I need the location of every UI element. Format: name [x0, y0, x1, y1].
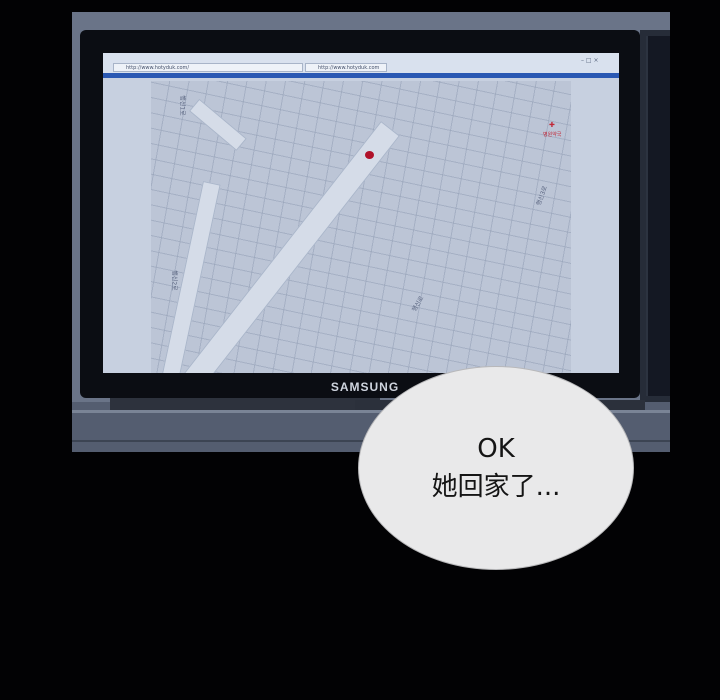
browser-tab[interactable]: http://www.hotyduk.com: [305, 63, 387, 72]
browser-titlebar: http://www.hotyduk.com/ http://www.hotyd…: [103, 53, 619, 73]
monitor-stand: [110, 398, 380, 410]
place-marker-icon[interactable]: ✚: [549, 121, 555, 129]
map-view[interactable]: 행신1로 행신2로 행신3로 행신로 ✚ 병원약국: [151, 81, 571, 373]
address-bar[interactable]: http://www.hotyduk.com/: [113, 63, 303, 72]
road-label: 행신2로: [170, 270, 178, 291]
road-label: 행신1로: [178, 95, 186, 116]
speech-line-1: OK: [477, 434, 515, 464]
poi-label: 병원약국: [543, 132, 562, 138]
location-pin-icon[interactable]: [365, 151, 374, 159]
monitor-screen: http://www.hotyduk.com/ http://www.hotyd…: [103, 53, 619, 373]
speech-line-2: 她回家了...: [431, 472, 561, 502]
browser-toolbar-strip: [103, 73, 619, 78]
window-controls[interactable]: – □ ×: [581, 57, 599, 64]
side-monitor: [646, 36, 670, 396]
speech-bubble: OK 她回家了...: [358, 366, 634, 570]
comic-panel: SAMSUNG http://www.hotyduk.com/ http://w…: [0, 0, 720, 700]
